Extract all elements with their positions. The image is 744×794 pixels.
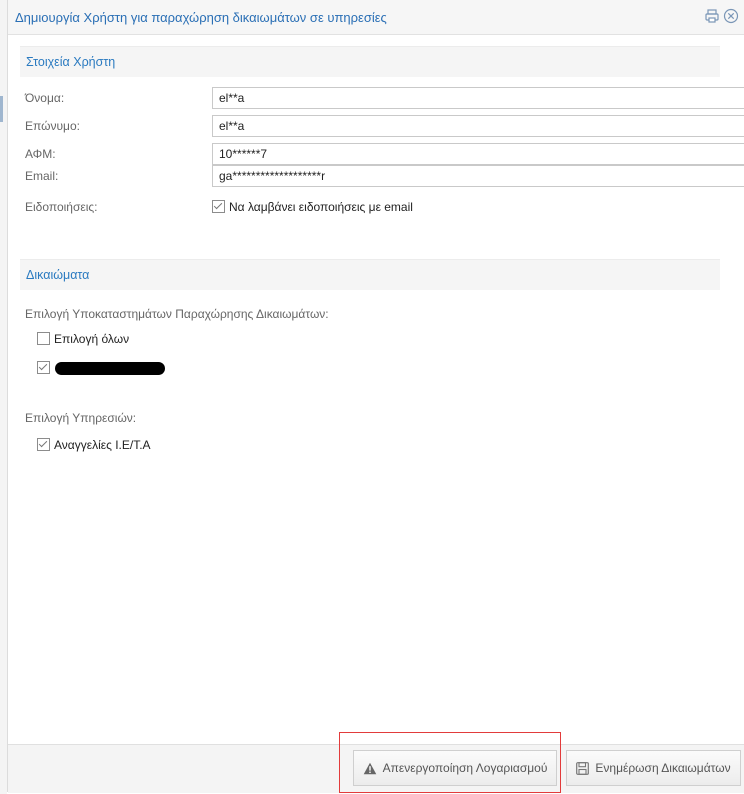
notifications-row: Ειδοποιήσεις: Να λαμβάνει ειδοποιήσεις μ…	[25, 198, 735, 222]
dialog-title: Δημιουργία Χρήστη για παραχώρηση δικαιωμ…	[15, 10, 387, 25]
first-name-label: Όνομα:	[25, 91, 65, 105]
dialog-title-icons	[704, 8, 739, 24]
afm-input[interactable]	[212, 143, 744, 165]
print-icon[interactable]	[704, 8, 720, 24]
select-all-checkbox[interactable]	[37, 332, 50, 346]
close-icon[interactable]	[723, 8, 739, 24]
email-label: Email:	[25, 169, 59, 183]
last-name-row: Επώνυμο:	[25, 115, 744, 139]
branch-checkbox[interactable]	[37, 361, 50, 375]
branch-option	[37, 360, 50, 375]
service-label: Αναγγελίες Ι.Ε/Τ.Α	[54, 437, 151, 452]
dialog-footer: Απενεργοποίηση Λογαριασμού Ενημέρωση Δικ…	[8, 744, 744, 793]
first-name-input[interactable]	[212, 87, 744, 109]
notifications-label: Ειδοποιήσεις:	[25, 200, 98, 214]
deactivate-account-button[interactable]: Απενεργοποίηση Λογαριασμού	[353, 750, 557, 786]
first-name-row: Όνομα:	[25, 87, 744, 111]
warning-icon	[363, 762, 376, 774]
afm-label: ΑΦΜ:	[25, 147, 56, 161]
user-details-title: Στοιχεία Χρήστη	[26, 55, 116, 69]
email-input[interactable]	[212, 165, 744, 187]
services-label: Επιλογή Υπηρεσιών:	[25, 411, 137, 425]
update-rights-label: Ενημέρωση Δικαιωμάτων	[595, 761, 731, 775]
dialog-titlebar: Δημιουργία Χρήστη για παραχώρηση δικαιωμ…	[8, 0, 744, 35]
notifications-option: Να λαμβάνει ειδοποιήσεις με email	[212, 199, 413, 214]
select-all-option: Επιλογή όλων	[37, 331, 129, 346]
afm-row: ΑΦΜ:	[25, 143, 744, 167]
save-icon	[576, 761, 590, 775]
rights-title: Δικαιώματα	[26, 268, 90, 282]
notifications-checkbox-label: Να λαμβάνει ειδοποιήσεις με email	[229, 199, 413, 214]
service-checkbox[interactable]	[37, 438, 50, 452]
user-details-header: Στοιχεία Χρήστη	[20, 46, 720, 77]
user-rights-dialog: Δημιουργία Χρήστη για παραχώρηση δικαιωμ…	[7, 0, 744, 793]
dialog-body: Στοιχεία Χρήστη Όνομα: Επώνυμο: ΑΦΜ: Ema…	[8, 35, 744, 743]
last-name-label: Επώνυμο:	[25, 119, 80, 133]
last-name-input[interactable]	[212, 115, 744, 137]
email-row: Email:	[25, 165, 744, 189]
update-rights-button[interactable]: Ενημέρωση Δικαιωμάτων	[566, 750, 741, 786]
redacted-branch-name	[55, 362, 165, 375]
deactivate-account-label: Απενεργοποίηση Λογαριασμού	[382, 761, 548, 775]
notifications-checkbox[interactable]	[212, 200, 225, 214]
service-option: Αναγγελίες Ι.Ε/Τ.Α	[37, 437, 151, 452]
branches-label: Επιλογή Υποκαταστημάτων Παραχώρησης Δικα…	[25, 307, 329, 321]
rights-header: Δικαιώματα	[20, 259, 720, 290]
background-selection-marker	[0, 96, 3, 122]
select-all-label: Επιλογή όλων	[54, 331, 130, 346]
background-panel-strip	[0, 0, 7, 794]
